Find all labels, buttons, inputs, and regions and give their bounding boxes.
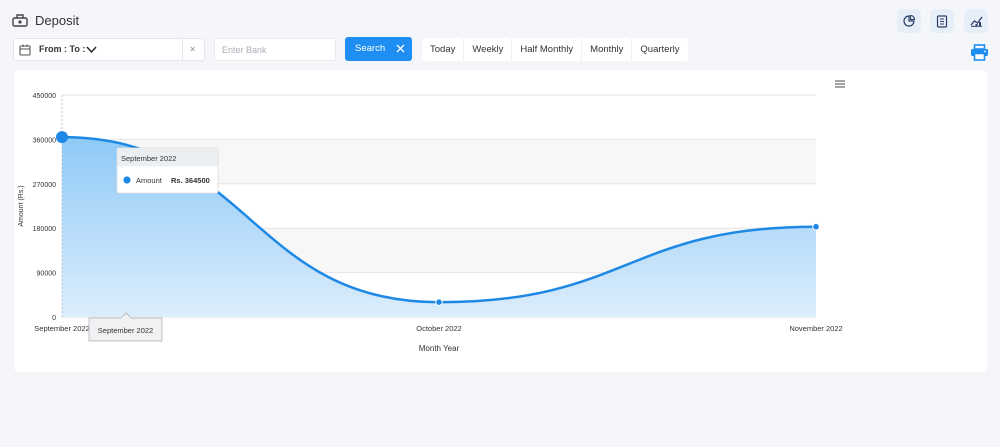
tab-weekly[interactable]: Weekly <box>464 38 513 61</box>
search-label: Search <box>355 43 386 54</box>
tooltip-title: September 2022 <box>121 154 176 163</box>
x-tick-label: November 2022 <box>789 324 842 333</box>
close-icon[interactable] <box>396 44 405 53</box>
date-range-picker[interactable]: From : To : × <box>13 38 205 61</box>
top-bar: Deposit <box>0 0 1000 40</box>
y-tick-label: 0 <box>52 315 56 322</box>
y-tick-label: 360000 <box>33 137 56 144</box>
y-tick-label: 180000 <box>33 226 56 233</box>
pie-chart-icon <box>903 15 915 27</box>
x-tick-label: October 2022 <box>416 324 461 333</box>
tooltip-series-name: Amount <box>136 176 163 185</box>
line-chart-button[interactable] <box>964 9 988 33</box>
date-clear-button[interactable]: × <box>190 44 195 54</box>
divider <box>182 39 183 60</box>
range-tabs: Today Weekly Half Monthly Monthly Quarte… <box>422 38 688 61</box>
x-axis-label: Month Year <box>419 344 460 353</box>
deposit-chart: 0 90000 180000 270000 360000 450000 September… <box>18 80 845 353</box>
y-tick-label: 90000 <box>37 271 57 278</box>
hamburger-icon[interactable] <box>835 80 845 88</box>
x-tick-label: September 2022 <box>34 324 89 333</box>
tooltip-value: Rs. 364500 <box>171 176 210 185</box>
tab-today[interactable]: Today <box>422 38 465 61</box>
y-tick-label: 450000 <box>33 93 56 100</box>
deposit-icon <box>12 14 28 27</box>
search-button[interactable]: Search <box>345 37 412 61</box>
calendar-icon <box>19 44 31 56</box>
printer-icon[interactable] <box>970 44 989 61</box>
crosshair-x-label-text: September 2022 <box>98 326 153 335</box>
bank-input[interactable] <box>214 38 336 61</box>
line-chart-icon <box>970 16 983 27</box>
page-title: Deposit <box>35 13 80 28</box>
tooltip-marker <box>123 176 131 184</box>
data-point <box>435 298 443 306</box>
chart-tooltip: September 2022 Amount Rs. 364500 <box>116 147 219 194</box>
report-button[interactable] <box>930 9 954 33</box>
data-point <box>812 222 820 231</box>
y-axis-label: Amount (Rs.) <box>18 185 25 226</box>
report-icon <box>936 14 948 28</box>
chart-menu-button[interactable] <box>835 80 845 88</box>
tab-half-monthly[interactable]: Half Monthly <box>512 38 583 61</box>
data-point <box>56 131 68 144</box>
tab-monthly[interactable]: Monthly <box>582 38 633 61</box>
date-range-label: From : To : <box>39 44 86 54</box>
chart-card: 0 90000 180000 270000 360000 450000 September… <box>14 70 987 372</box>
y-tick-label: 270000 <box>33 182 56 189</box>
tab-quarterly[interactable]: Quarterly <box>632 38 687 61</box>
chevron-down-icon[interactable] <box>86 46 97 53</box>
pie-chart-button[interactable] <box>897 9 921 33</box>
